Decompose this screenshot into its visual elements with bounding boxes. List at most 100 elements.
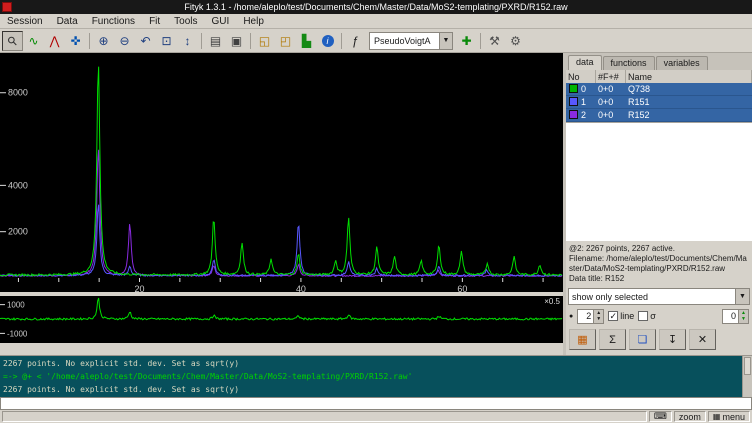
row-f: 0+0 — [596, 97, 626, 107]
export-button[interactable]: ↧ — [659, 329, 686, 350]
data-list-empty-area[interactable] — [566, 123, 752, 241]
export-plot-button[interactable]: ▙ — [296, 31, 317, 51]
col-no[interactable]: No — [566, 70, 596, 83]
main-plot[interactable]: 800040002000204060 — [0, 53, 563, 292]
sidebar-buttons: ▦ Σ ❏ ↧ ✕ — [566, 326, 752, 355]
tab-functions[interactable]: functions — [603, 56, 655, 70]
delete-button[interactable]: ✕ — [689, 329, 716, 350]
menu-help[interactable]: Help — [236, 16, 271, 27]
command-input[interactable] — [1, 398, 751, 409]
toolbar-separator — [480, 33, 481, 49]
editor-button[interactable]: ▦ — [569, 329, 596, 350]
row-name: R152 — [626, 110, 752, 120]
add-function-button[interactable]: ✚ — [456, 31, 477, 51]
folder-icon: ◰ — [280, 34, 291, 48]
window-icon: ▣ — [231, 34, 242, 48]
zoom-previous-button[interactable]: ↶ — [135, 31, 156, 51]
row-no: 0 — [581, 84, 586, 94]
bottom-sash[interactable] — [0, 343, 563, 355]
line-checkbox[interactable]: ✓ — [608, 311, 618, 321]
zoom-history-button[interactable]: zoom — [674, 411, 706, 422]
col-name[interactable]: Name — [626, 70, 752, 83]
full-view-button[interactable]: ▤ — [205, 31, 226, 51]
chevron-down-icon[interactable]: ▼ — [439, 33, 452, 49]
keyboard-shortcuts-cell[interactable]: ⌨ — [649, 411, 672, 422]
tools-button[interactable]: ⚒ — [484, 31, 505, 51]
point-size-icon: ● — [569, 313, 573, 320]
document-icon: ▤ — [210, 34, 221, 48]
console-scrollbar[interactable] — [742, 356, 752, 397]
function-type-value: PseudoVoigtA — [374, 36, 431, 46]
chevron-down-icon[interactable]: ▼ — [735, 289, 749, 304]
trace-Q738 — [0, 67, 562, 276]
function-type-dropdown[interactable]: PseudoVoigtA ▼ — [369, 32, 453, 50]
spinner-arrows-icon[interactable]: ▲▼ — [738, 310, 748, 323]
aux-plot-canvas[interactable]: 1000-1000 — [0, 296, 563, 343]
range-mode-button[interactable]: ∿ — [23, 31, 44, 51]
menu-tools[interactable]: Tools — [167, 16, 204, 27]
line-toggle[interactable]: ✓ line — [608, 311, 634, 321]
point-size-spinner[interactable]: 2 ▲▼ — [577, 309, 604, 324]
console-output[interactable]: 2267 points. No explicit std. dev. Set a… — [0, 356, 742, 397]
trace-R151 — [0, 205, 562, 277]
close-icon: ✕ — [698, 333, 707, 346]
menu-gui[interactable]: GUI — [205, 16, 237, 27]
sidebar: data functions variables No #F+# Name 0 … — [563, 53, 752, 355]
zoom-out-icon: ⊖ — [119, 34, 129, 48]
edit-function-button[interactable]: ƒ — [345, 31, 366, 51]
tab-variables[interactable]: variables — [656, 56, 708, 70]
shift-value: 0 — [723, 310, 738, 323]
menu-functions[interactable]: Functions — [85, 16, 142, 27]
table-row[interactable]: 2 0+0 R152 — [566, 109, 752, 122]
console-line: =-> @+ < '/home/aleplo/test/Documents/Ch… — [3, 370, 739, 383]
folder-open-icon: ◱ — [259, 34, 270, 48]
scrollbar-thumb[interactable] — [744, 357, 751, 375]
zoom-mode-button[interactable]: ⚲ — [2, 31, 23, 51]
gear-icon: ⚙ — [510, 34, 521, 48]
zoom-all-button[interactable]: ⊡ — [156, 31, 177, 51]
series-color-swatch — [569, 97, 578, 106]
aux-plot[interactable]: 1000-1000 ×0.5 — [0, 296, 563, 343]
sigma-icon: Σ — [609, 334, 616, 346]
close-button[interactable] — [2, 2, 12, 12]
col-f[interactable]: #F+# — [596, 70, 626, 83]
command-input-row — [0, 397, 752, 410]
sigma-checkbox[interactable] — [638, 311, 648, 321]
settings-button[interactable]: ⚙ — [505, 31, 526, 51]
keyboard-icon: ⌨ — [654, 411, 667, 422]
info-title: Data title: R152 — [569, 274, 624, 283]
toolbar-separator — [89, 33, 90, 49]
zoom-label: zoom — [679, 412, 701, 422]
y-axis-tick-label: 4000 — [8, 180, 28, 190]
sum-button[interactable]: Σ — [599, 329, 626, 350]
info-button[interactable]: i — [317, 31, 338, 51]
table-row[interactable]: 1 0+0 R151 — [566, 96, 752, 109]
add-peak-mode-button[interactable]: ✜ — [65, 31, 86, 51]
toolbar: ⚲ ∿ ⋀ ✜ ⊕ ⊖ ↶ ⊡ ↕ ▤ ▣ ◱ ◰ ▙ i ƒ PseudoVo… — [0, 29, 752, 53]
sigma-toggle[interactable]: σ — [638, 311, 656, 321]
zoom-in-button[interactable]: ⊕ — [93, 31, 114, 51]
filter-value: show only selected — [572, 292, 648, 302]
zoom-out-button[interactable]: ⊖ — [114, 31, 135, 51]
open-file-button[interactable]: ◱ — [254, 31, 275, 51]
function-icon: ƒ — [352, 34, 359, 48]
copy-button[interactable]: ❏ — [629, 329, 656, 350]
table-row[interactable]: 0 0+0 Q738 — [566, 83, 752, 96]
menu-label: menu — [722, 412, 745, 422]
menu-session[interactable]: Session — [0, 16, 50, 27]
grid-icon: ▦ — [713, 412, 721, 421]
main-plot-canvas[interactable]: 800040002000204060 — [0, 53, 563, 292]
data-info-panel: @2: 2267 points, 2267 active. Filename: … — [566, 241, 752, 287]
filter-dropdown[interactable]: show only selected ▼ — [568, 288, 750, 305]
menu-data[interactable]: Data — [50, 16, 85, 27]
peak-mode-button[interactable]: ⋀ — [44, 31, 65, 51]
config-window-button[interactable]: ▣ — [226, 31, 247, 51]
menu-fit[interactable]: Fit — [142, 16, 167, 27]
zoom-vertical-button[interactable]: ↕ — [177, 31, 198, 51]
tab-data[interactable]: data — [568, 55, 602, 70]
aux-multiplier-label: ×0.5 — [544, 297, 560, 306]
spinner-arrows-icon[interactable]: ▲▼ — [593, 310, 603, 323]
save-session-button[interactable]: ◰ — [275, 31, 296, 51]
status-menu-button[interactable]: ▦menu — [708, 411, 750, 422]
shift-spinner[interactable]: 0 ▲▼ — [722, 309, 749, 324]
